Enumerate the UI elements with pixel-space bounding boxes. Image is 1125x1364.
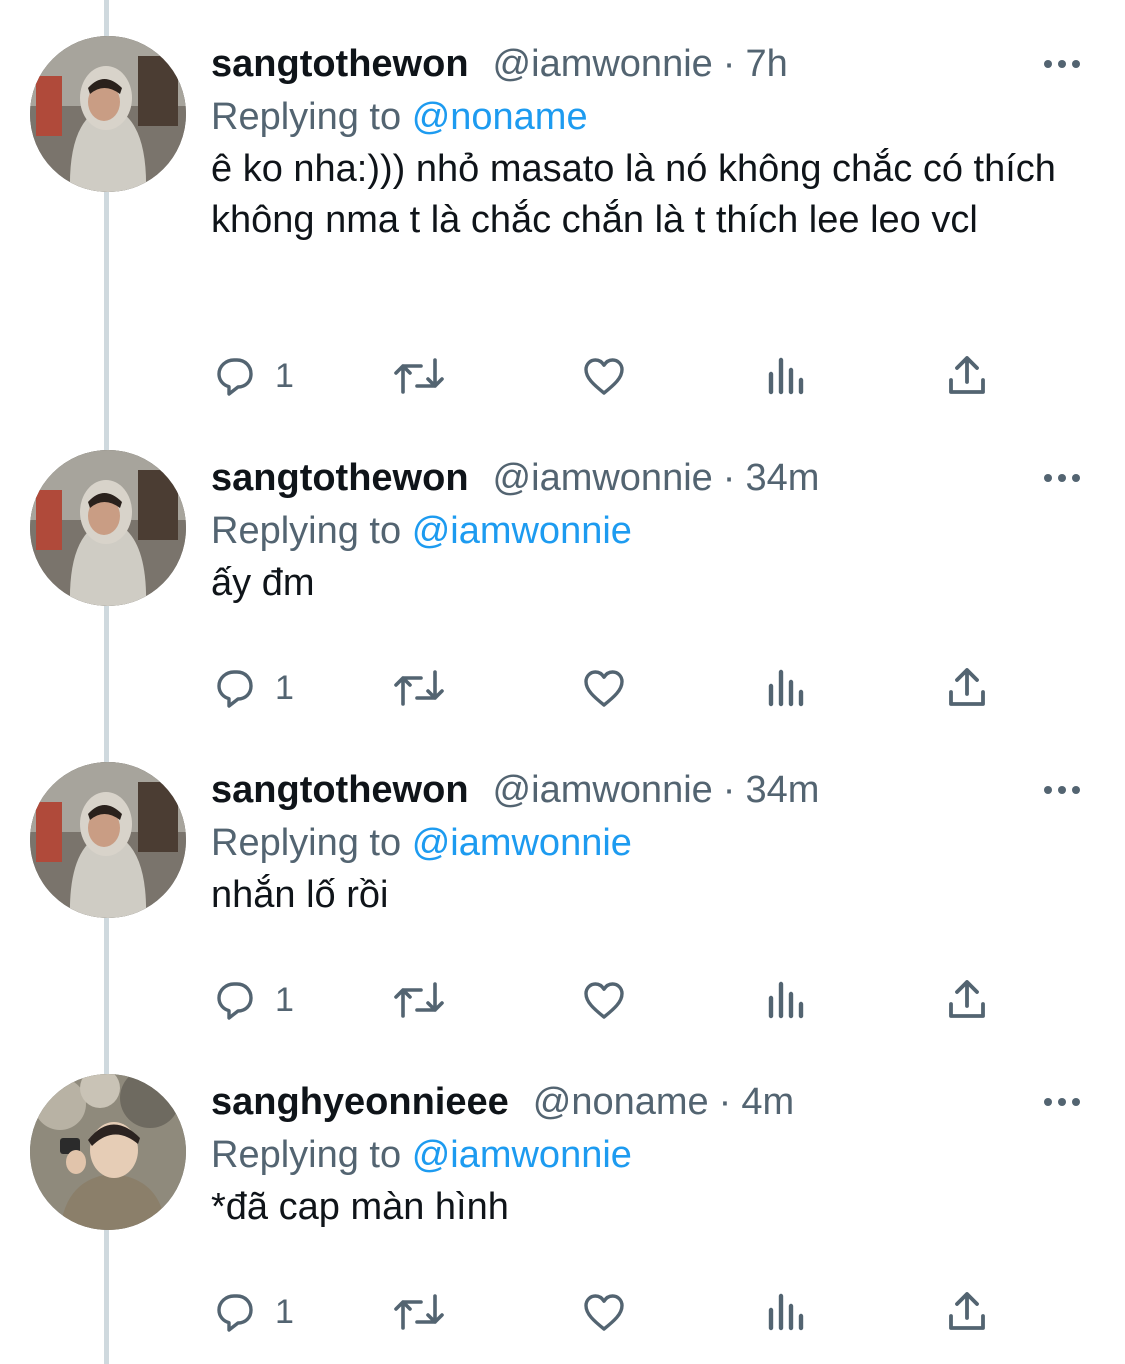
views-icon [768, 981, 804, 1019]
views-button[interactable] [763, 660, 811, 716]
share-icon [949, 980, 985, 1018]
tweet-actions: 1 [211, 972, 1011, 1028]
avatar[interactable] [30, 36, 186, 192]
like-button[interactable] [579, 348, 629, 404]
replying-prefix: Replying to [211, 510, 402, 552]
replying-to: Replying to @iamwonnie [211, 815, 632, 871]
separator: · [722, 43, 736, 85]
display-name[interactable]: sangtothewon [211, 762, 469, 818]
reply-mention-link[interactable]: @iamwonnie [412, 1134, 632, 1176]
timestamp[interactable]: 34m [745, 762, 819, 818]
share-icon [949, 668, 985, 706]
replying-prefix: Replying to [211, 96, 402, 138]
reply-count: 1 [275, 668, 294, 707]
retweet-button[interactable] [391, 660, 447, 716]
separator: · [722, 769, 736, 811]
like-button[interactable] [579, 660, 629, 716]
tweet-header: sangtothewon @iamwonnie · 34m [211, 762, 819, 818]
timestamp[interactable]: 7h [745, 36, 787, 92]
views-button[interactable] [763, 1284, 811, 1340]
avatar[interactable] [30, 762, 186, 918]
avatar[interactable] [30, 450, 186, 606]
replying-to: Replying to @noname [211, 89, 588, 145]
reply-button[interactable]: 1 [211, 972, 294, 1028]
tweet-actions: 1 [211, 660, 1011, 716]
reply-mention-link[interactable]: @iamwonnie [412, 510, 632, 552]
more-icon[interactable] [1040, 1082, 1084, 1122]
more-icon[interactable] [1040, 44, 1084, 84]
views-icon [768, 1293, 804, 1331]
reply-button[interactable]: 1 [211, 660, 294, 716]
more-icon[interactable] [1040, 458, 1084, 498]
reply-icon [217, 670, 253, 708]
retweet-icon [394, 670, 444, 706]
share-icon [949, 1292, 985, 1330]
tweet-header: sangtothewon @iamwonnie · 34m [211, 450, 819, 506]
retweet-icon [394, 1294, 444, 1330]
replying-to: Replying to @iamwonnie [211, 503, 632, 559]
share-button[interactable] [943, 348, 991, 404]
user-handle[interactable]: @noname [533, 1074, 709, 1130]
heart-icon [584, 670, 624, 707]
display-name[interactable]: sangtothewon [211, 36, 469, 92]
retweet-icon [394, 358, 444, 394]
views-button[interactable] [763, 348, 811, 404]
tweet-text: ê ko nha:))) nhỏ masato là nó không chắc… [211, 148, 1056, 241]
share-icon [949, 356, 985, 394]
tweet-header: sangtothewon @iamwonnie · 7h [211, 36, 788, 92]
display-name[interactable]: sangtothewon [211, 450, 469, 506]
more-icon[interactable] [1040, 770, 1084, 810]
reply-icon [217, 1294, 253, 1332]
user-handle[interactable]: @iamwonnie [493, 762, 713, 818]
like-button[interactable] [579, 972, 629, 1028]
timestamp[interactable]: 4m [741, 1074, 794, 1130]
user-handle[interactable]: @iamwonnie [493, 450, 713, 506]
tweet-actions: 1 [211, 348, 1011, 404]
heart-icon [584, 358, 624, 395]
retweet-button[interactable] [391, 972, 447, 1028]
replying-prefix: Replying to [211, 1134, 402, 1176]
display-name[interactable]: sanghyeonnieee [211, 1074, 509, 1130]
like-button[interactable] [579, 1284, 629, 1340]
reply-button[interactable]: 1 [211, 1284, 294, 1340]
tweet-header: sanghyeonnieee @noname · 4m [211, 1074, 794, 1130]
views-button[interactable] [763, 972, 811, 1028]
separator: · [722, 457, 736, 499]
tweet-actions: 1 [211, 1284, 1011, 1340]
share-button[interactable] [943, 972, 991, 1028]
reply-icon [217, 982, 253, 1020]
retweet-button[interactable] [391, 1284, 447, 1340]
heart-icon [584, 982, 624, 1019]
reply-count: 1 [275, 356, 294, 395]
separator: · [718, 1081, 732, 1123]
avatar[interactable] [30, 1074, 186, 1230]
reply-count: 1 [275, 980, 294, 1019]
reply-icon [217, 358, 253, 396]
tweet-text: ấy đm [211, 562, 315, 604]
retweet-button[interactable] [391, 348, 447, 404]
timestamp[interactable]: 34m [745, 450, 819, 506]
retweet-icon [394, 982, 444, 1018]
views-icon [768, 357, 804, 395]
reply-mention-link[interactable]: @iamwonnie [412, 822, 632, 864]
tweet-text: *đã cap màn hình [211, 1186, 509, 1228]
views-icon [768, 669, 804, 707]
share-button[interactable] [943, 1284, 991, 1340]
tweet-text: nhắn lố rồi [211, 874, 389, 916]
reply-count: 1 [275, 1292, 294, 1331]
share-button[interactable] [943, 660, 991, 716]
heart-icon [584, 1294, 624, 1331]
replying-prefix: Replying to [211, 822, 402, 864]
reply-mention-link[interactable]: @noname [412, 96, 588, 138]
replying-to: Replying to @iamwonnie [211, 1127, 632, 1183]
reply-button[interactable]: 1 [211, 348, 294, 404]
user-handle[interactable]: @iamwonnie [493, 36, 713, 92]
